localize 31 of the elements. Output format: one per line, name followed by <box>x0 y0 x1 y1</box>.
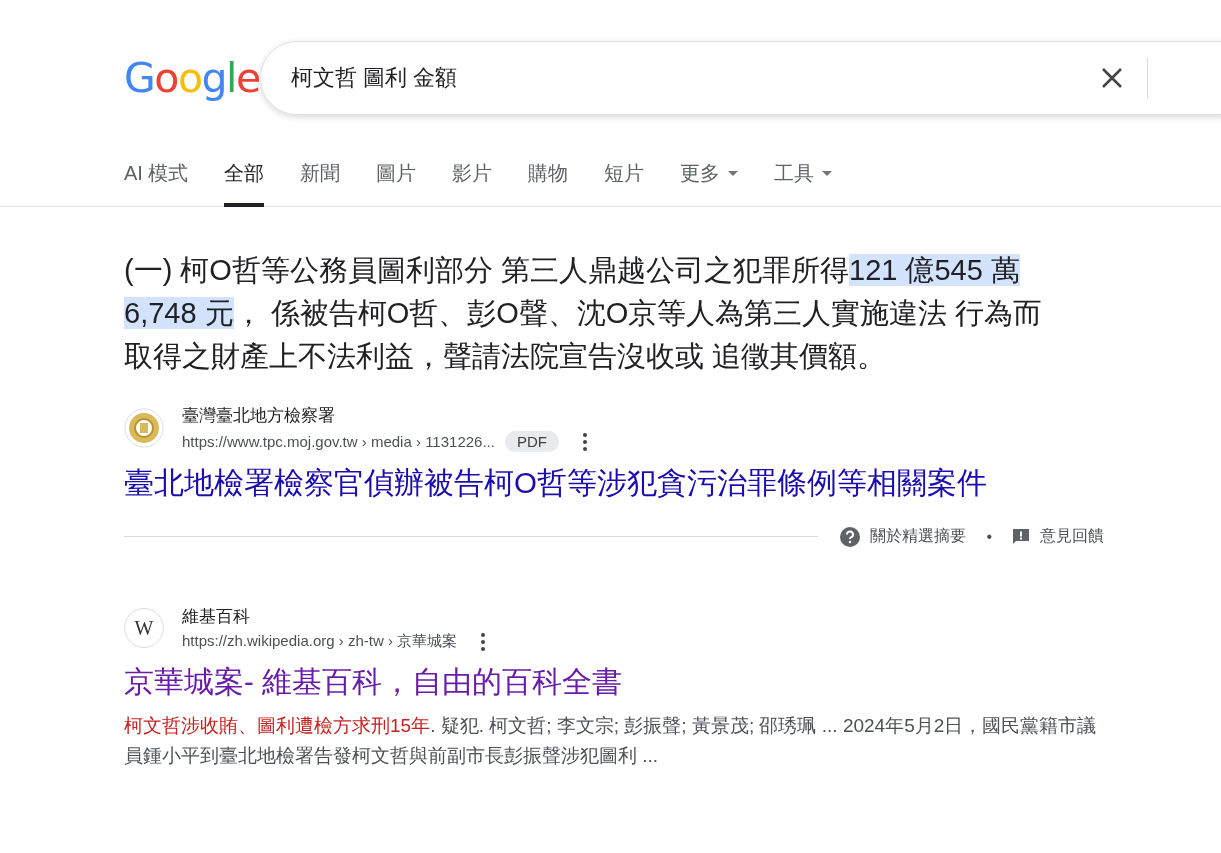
result-url: https://zh.wikipedia.org › zh-tw › 京華城案 <box>182 632 458 651</box>
site-name: 維基百科 <box>182 606 251 628</box>
help-icon[interactable] <box>840 526 861 547</box>
site-name: 臺灣臺北地方檢察署 <box>182 405 336 427</box>
emblem-icon <box>124 408 164 448</box>
search-tab[interactable]: 工具 <box>774 160 833 207</box>
snippet-text: (一) 柯O哲等公務員圖利部分 第三人鼎越公司之犯罪所得121 億545 萬 6,748 元， 係被告柯O哲、彭O聲、沈O京等人為第三人實施違法 行為而取得之財產上不法利益，聲請法院宣告沒收或 追徵其價額。 <box>124 253 1044 374</box>
result-snippet: 柯文哲涉收賄、圖利遭檢方求刑15年. 疑犯. 柯文哲; 李文宗; 彭振聲; 黃景茂; 邵琇珮 ... 2024年5月2日，國民黨籍市議員鍾小平到臺北地檢署告發柯文哲與前副市長彭振聲涉犯圖利 ... <box>124 714 1098 768</box>
close-icon[interactable] <box>1100 67 1123 89</box>
about-link[interactable]: 關於精選摘要 <box>870 526 967 547</box>
result-url: https://www.tpc.moj.gov.tw › media › 1131226... <box>182 433 495 450</box>
result-link[interactable]: 臺北地檢署檢察官偵辦被告柯O哲等涉犯貪污治罪條例等相關案件 <box>124 464 1104 504</box>
file-type-badge: PDF <box>504 431 559 452</box>
search-tab[interactable]: 影片 <box>452 160 493 207</box>
more-icon[interactable] <box>481 632 486 651</box>
search-query[interactable]: 柯文哲 圖利 金額 <box>290 63 1071 93</box>
separator-dot: • <box>986 527 992 546</box>
caret-icon <box>728 171 739 176</box>
caret-icon <box>822 171 833 176</box>
result-link[interactable]: 京華城案- 維基百科，自由的百科全書 <box>124 663 1104 703</box>
search-tab[interactable]: 圖片 <box>376 160 417 207</box>
feedback-link[interactable]: 意見回饋 <box>1040 526 1104 547</box>
feedback-icon[interactable] <box>1012 527 1030 546</box>
google-logo[interactable]: Google <box>124 57 260 99</box>
search-tab[interactable]: 更多 <box>680 160 739 207</box>
search-tab[interactable]: 新聞 <box>300 160 341 207</box>
search-tab[interactable]: 短片 <box>604 160 645 207</box>
search-tab[interactable]: AI 模式 <box>124 160 189 207</box>
more-icon[interactable] <box>582 432 587 451</box>
search-tab[interactable]: 全部 <box>224 160 265 207</box>
search-tab[interactable]: 購物 <box>528 160 569 207</box>
